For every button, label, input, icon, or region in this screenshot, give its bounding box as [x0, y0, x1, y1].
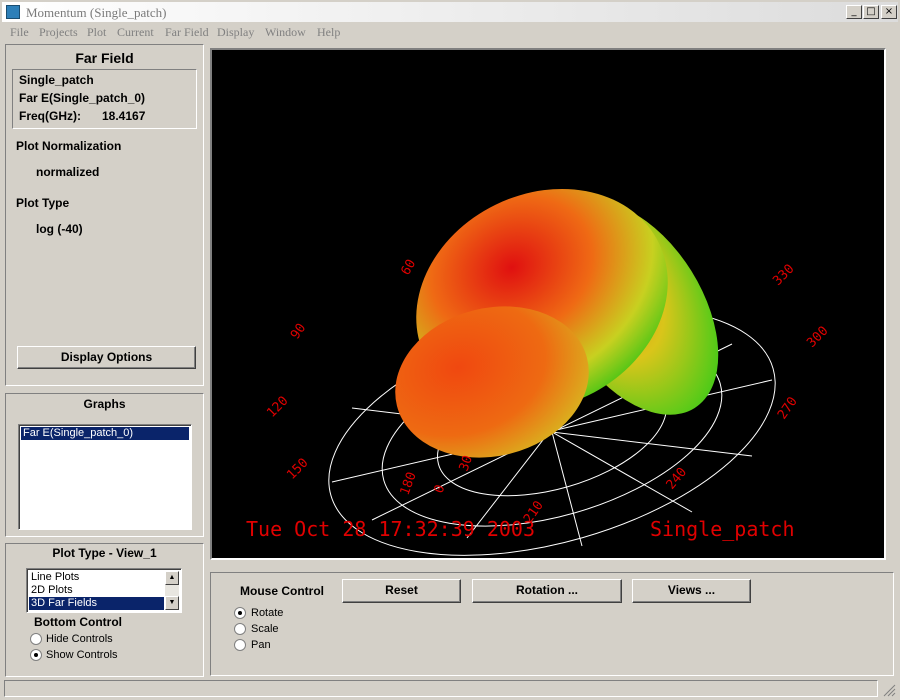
- app-icon[interactable]: [6, 5, 20, 19]
- hide-controls-radio[interactable]: [30, 633, 42, 645]
- pan-radio[interactable]: [234, 639, 246, 651]
- normalization-value: normalized: [36, 165, 100, 179]
- reset-button[interactable]: Reset: [342, 579, 461, 603]
- show-controls-radio[interactable]: [30, 649, 42, 661]
- graphs-list[interactable]: Far E(Single_patch_0): [18, 424, 192, 530]
- menu-plot[interactable]: Plot: [87, 25, 106, 40]
- plot-type-heading: Plot Type - View_1: [52, 546, 157, 560]
- show-controls-label[interactable]: Show Controls: [46, 649, 118, 661]
- maximize-button[interactable]: □: [863, 5, 879, 19]
- far-field-heading: Far Field: [75, 50, 134, 66]
- minimize-button[interactable]: _: [846, 5, 862, 19]
- project-info-box: Single_patch Far E(Single_patch_0) Freq(…: [12, 69, 197, 129]
- freq-label: Freq(GHz):: [19, 109, 81, 123]
- scroll-down-button[interactable]: ▼: [165, 596, 179, 610]
- rotation-button[interactable]: Rotation ...: [472, 579, 622, 603]
- mouse-control-panel: Mouse Control Reset Rotation ... Views .…: [210, 572, 894, 676]
- scroll-up-button[interactable]: ▲: [165, 571, 179, 585]
- plot-type-item-2d[interactable]: 2D Plots: [31, 584, 73, 597]
- angle-label-60: 60: [398, 257, 419, 278]
- bottom-control-label: Bottom Control: [34, 615, 122, 629]
- close-button[interactable]: ×: [881, 5, 897, 19]
- app-window: Momentum (Single_patch) _ □ × File Proje…: [0, 0, 900, 700]
- resize-grip[interactable]: [880, 681, 896, 697]
- plot-timestamp: Tue Oct 28 17:32:39 2003: [246, 517, 535, 541]
- rotate-radio[interactable]: [234, 607, 246, 619]
- menu-help[interactable]: Help: [317, 25, 340, 40]
- scroll-track[interactable]: [165, 585, 179, 596]
- window-title: Momentum (Single_patch): [26, 5, 167, 20]
- menu-far-field[interactable]: Far Field: [165, 25, 209, 40]
- menu-current[interactable]: Current: [117, 25, 154, 40]
- plot-type-list[interactable]: Line Plots 2D Plots 3D Far Fields ▲ ▼: [26, 568, 182, 613]
- field-name: Far E(Single_patch_0): [19, 91, 146, 105]
- mouse-control-label: Mouse Control: [240, 584, 324, 598]
- angle-label-330: 330: [770, 262, 797, 289]
- menu-window[interactable]: Window: [265, 25, 306, 40]
- angle-label-150: 150: [284, 456, 311, 483]
- display-options-button[interactable]: Display Options: [17, 346, 196, 369]
- plot-type-value: log (-40): [36, 222, 83, 236]
- plot-type-label: Plot Type: [16, 196, 70, 210]
- graph-item[interactable]: Far E(Single_patch_0): [21, 427, 189, 440]
- far-field-3d-plot[interactable]: 0 180 30 60 90 120 150 210 240 270 300 3…: [212, 50, 884, 558]
- menu-file[interactable]: File: [10, 25, 29, 40]
- angle-label-240: 240: [664, 465, 691, 493]
- angle-label-180: 180: [398, 470, 420, 497]
- scale-label[interactable]: Scale: [251, 623, 279, 635]
- graphs-panel: Graphs Far E(Single_patch_0): [5, 393, 204, 537]
- status-bar: [4, 680, 878, 697]
- menu-projects[interactable]: Projects: [39, 25, 78, 40]
- freq-value: 18.4167: [102, 109, 146, 123]
- rotate-label[interactable]: Rotate: [251, 607, 283, 619]
- far-field-panel: Far Field Single_patch Far E(Single_patc…: [5, 44, 204, 386]
- scale-radio[interactable]: [234, 623, 246, 635]
- plot-viewport[interactable]: 0 180 30 60 90 120 150 210 240 270 300 3…: [210, 48, 886, 560]
- title-bar[interactable]: Momentum (Single_patch) _ □ ×: [2, 2, 898, 22]
- project-name: Single_patch: [19, 73, 94, 87]
- menu-display[interactable]: Display: [217, 25, 254, 40]
- menu-bar: File Projects Plot Current Far Field Dis…: [2, 22, 898, 42]
- plot-type-item-line[interactable]: Line Plots: [31, 571, 79, 584]
- angle-label-90: 90: [288, 321, 309, 342]
- angle-label-270: 270: [775, 394, 801, 422]
- views-button[interactable]: Views ...: [632, 579, 751, 603]
- angle-label-120: 120: [264, 394, 291, 421]
- graphs-heading: Graphs: [83, 397, 126, 411]
- plot-type-panel: Plot Type - View_1 Line Plots 2D Plots 3…: [5, 543, 204, 677]
- angle-label-300: 300: [804, 324, 831, 351]
- angle-label-0: 0: [432, 483, 449, 495]
- plot-name: Single_patch: [650, 517, 795, 541]
- pan-label[interactable]: Pan: [251, 639, 271, 651]
- hide-controls-label[interactable]: Hide Controls: [46, 633, 113, 645]
- normalization-label: Plot Normalization: [16, 139, 122, 153]
- plot-type-item-3d[interactable]: 3D Far Fields: [29, 597, 164, 610]
